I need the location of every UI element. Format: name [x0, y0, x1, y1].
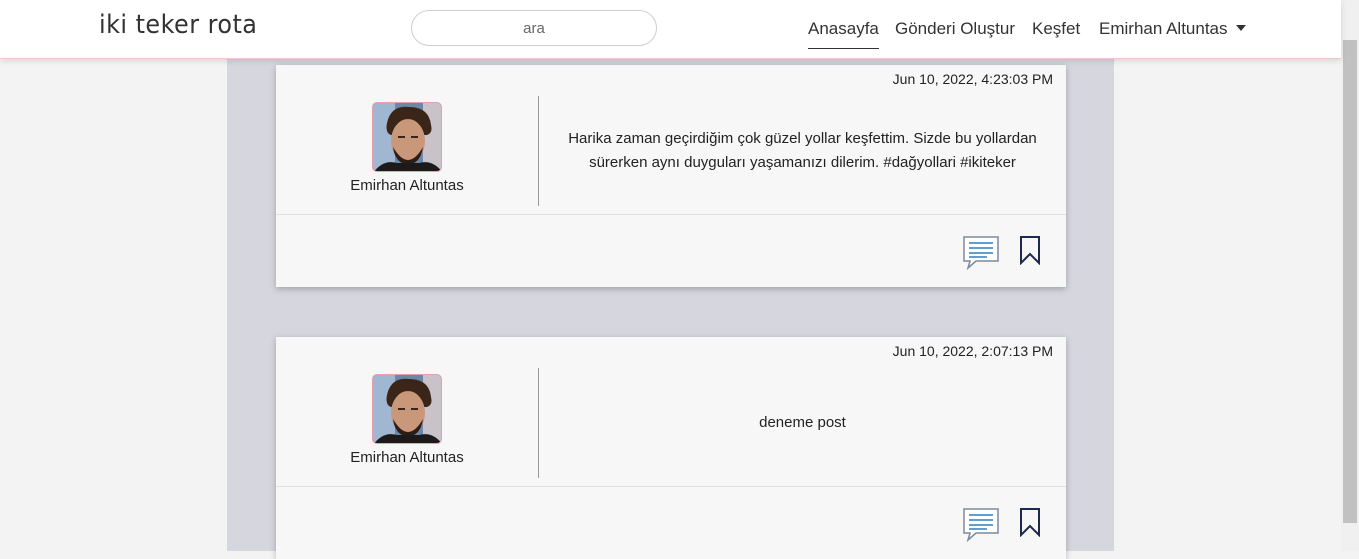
nav-explore[interactable]: Keşfet — [1032, 19, 1080, 39]
post-actions — [276, 215, 1066, 287]
post-card: Jun 10, 2022, 4:23:03 PM Emirhan Altunta… — [276, 65, 1066, 287]
post-actions — [276, 487, 1066, 559]
comment-icon[interactable] — [962, 235, 1000, 276]
bookmark-icon[interactable] — [1019, 507, 1041, 542]
brand-logo[interactable]: iki teker rota — [99, 10, 257, 40]
post-header: Jun 10, 2022, 4:23:03 PM Emirhan Altunta… — [276, 65, 1066, 215]
post-text: deneme post — [759, 414, 846, 431]
nav-create-post[interactable]: Gönderi Oluştur — [895, 19, 1015, 39]
scrollbar-thumb[interactable] — [1343, 40, 1357, 523]
nav-home[interactable]: Anasayfa — [808, 19, 879, 49]
comment-icon[interactable] — [962, 507, 1000, 548]
search-input[interactable] — [411, 10, 657, 46]
post-card: Jun 10, 2022, 2:07:13 PM Emirhan Altunta… — [276, 337, 1066, 559]
user-menu-dropdown[interactable]: Emirhan Altuntas — [1099, 19, 1246, 39]
post-author[interactable]: Emirhan Altuntas — [276, 102, 538, 194]
post-text: Harika zaman geçirdiğim çok güzel yollar… — [568, 130, 1037, 171]
user-menu-label: Emirhan Altuntas — [1099, 19, 1228, 38]
author-name[interactable]: Emirhan Altuntas — [276, 449, 538, 466]
post-timestamp: Jun 10, 2022, 2:07:13 PM — [892, 343, 1053, 359]
bookmark-icon[interactable] — [1019, 235, 1041, 270]
author-name[interactable]: Emirhan Altuntas — [276, 177, 538, 194]
caret-down-icon — [1235, 25, 1246, 32]
avatar[interactable] — [372, 102, 442, 172]
post-body: Harika zaman geçirdiğim çok güzel yollar… — [539, 96, 1066, 206]
post-timestamp: Jun 10, 2022, 4:23:03 PM — [892, 71, 1053, 87]
post-author[interactable]: Emirhan Altuntas — [276, 374, 538, 466]
top-navbar: iki teker rota Anasayfa Gönderi Oluştur … — [0, 0, 1341, 59]
page-scrollbar[interactable] — [1341, 0, 1359, 551]
avatar[interactable] — [372, 374, 442, 444]
post-header: Jun 10, 2022, 2:07:13 PM Emirhan Altunta… — [276, 337, 1066, 487]
post-body: deneme post — [539, 368, 1066, 478]
